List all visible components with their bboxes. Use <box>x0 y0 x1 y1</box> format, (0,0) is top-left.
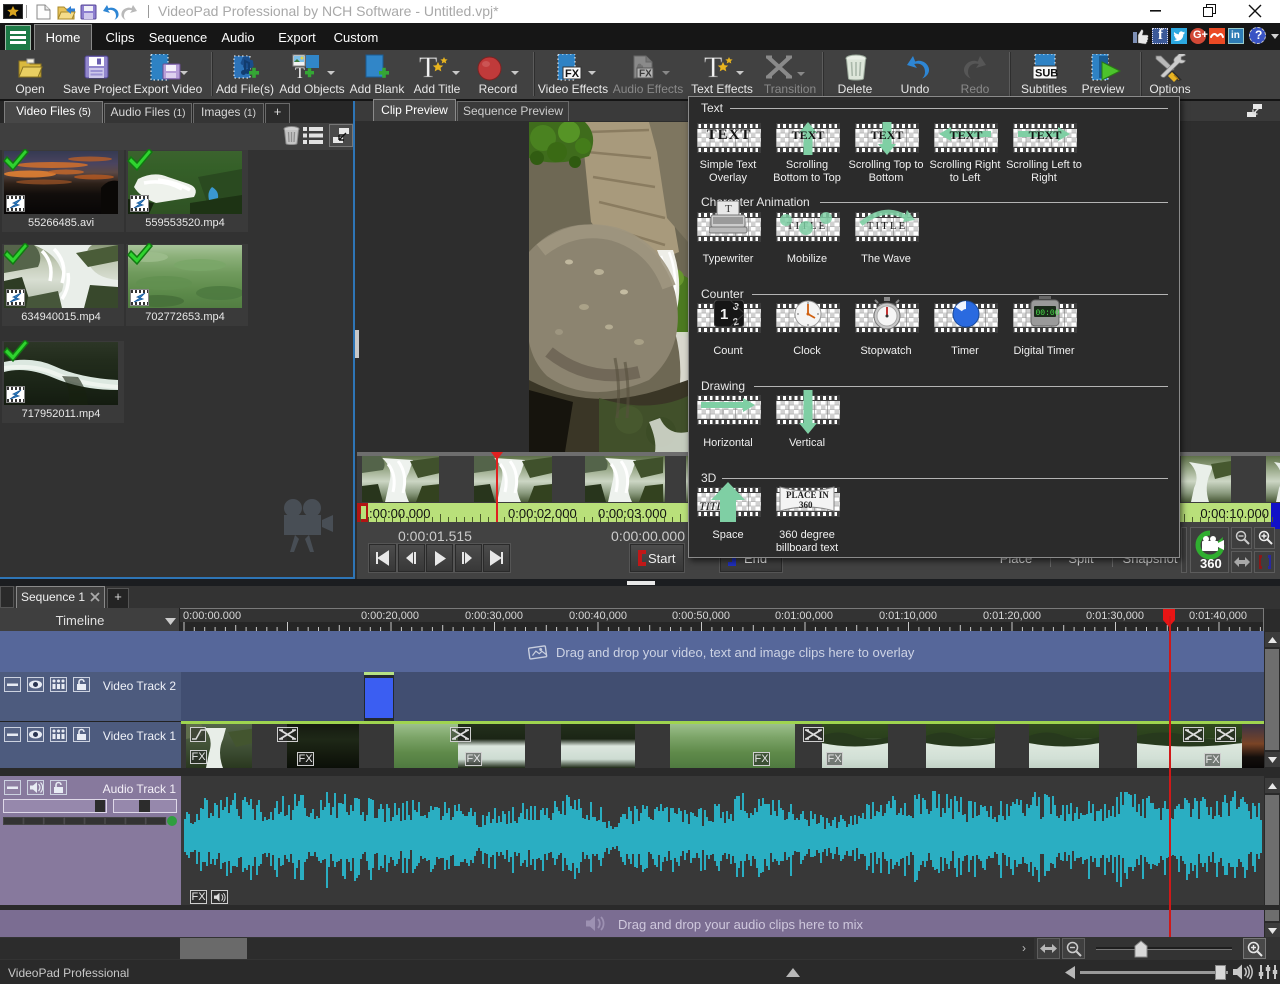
svg-text:T: T <box>725 203 732 215</box>
svg-text:SUB: SUB <box>1035 68 1058 80</box>
svg-text:00:00: 00:00 <box>1036 309 1060 318</box>
svg-text:360: 360 <box>1200 556 1222 570</box>
svg-text:FX: FX <box>639 69 652 80</box>
svg-text:T: T <box>295 65 305 82</box>
svg-text:1: 1 <box>720 306 728 323</box>
svg-text:PLACE IN: PLACE IN <box>786 490 829 500</box>
svg-text:T: T <box>419 53 437 82</box>
svg-text:FX: FX <box>565 68 580 80</box>
svg-text:360: 360 <box>799 500 813 510</box>
svg-text:T: T <box>704 53 722 82</box>
